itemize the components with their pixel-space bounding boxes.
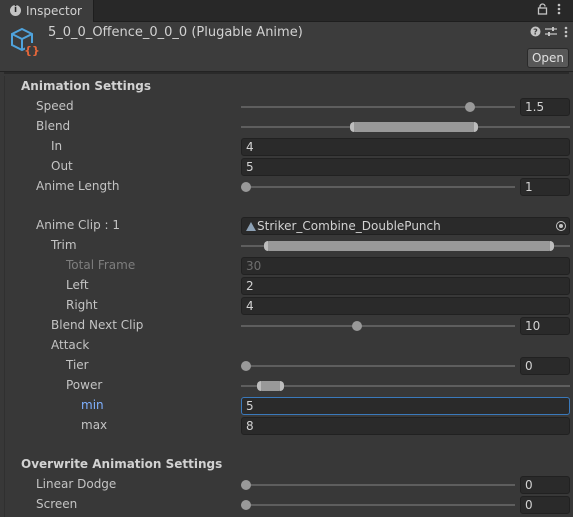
blend-label: Blend (36, 119, 71, 133)
anime-length-row: Anime Length 1 (0, 177, 573, 197)
screen-slider-handle[interactable] (241, 500, 251, 510)
screen-field[interactable]: 0 (520, 496, 570, 514)
in-field[interactable]: 4 (241, 138, 570, 156)
max-field[interactable]: 8 (241, 417, 570, 435)
anime-clip-value: Striker_Combine_DoublePunch (257, 219, 441, 233)
min-row: min 5 (0, 396, 573, 416)
out-row: Out 5 (0, 157, 573, 177)
screen-slider-track[interactable] (241, 504, 515, 506)
page-title: 5_0_0_Offence_0_0_0 (Plugable Anime) (48, 25, 303, 40)
kebab-menu-icon[interactable] (564, 26, 568, 41)
right-row: Right 4 (0, 296, 573, 316)
speed-row: Speed 1.5 (0, 97, 573, 117)
divider (4, 72, 569, 74)
tier-label: Tier (66, 358, 89, 372)
animation-clip-icon (246, 222, 256, 231)
speed-field[interactable]: 1.5 (520, 98, 570, 116)
blend-next-clip-row: Blend Next Clip 10 (0, 316, 573, 336)
power-minmax-track[interactable] (241, 385, 570, 387)
total-frame-label: Total Frame (66, 258, 136, 272)
min-label: min (81, 398, 104, 412)
info-icon: i (10, 5, 21, 16)
max-label: max (81, 418, 108, 432)
linear-dodge-row: Linear Dodge 0 (0, 475, 573, 495)
help-icon[interactable]: ? (530, 26, 541, 40)
right-label: Right (66, 298, 98, 312)
lock-icon[interactable] (537, 3, 548, 18)
total-frame-field: 30 (241, 257, 570, 275)
min-field[interactable]: 5 (241, 397, 570, 415)
linear-dodge-label: Linear Dodge (36, 477, 117, 491)
tab-bar: i Inspector (0, 0, 573, 23)
trim-minmax-handle[interactable] (264, 241, 554, 251)
out-label: Out (51, 159, 73, 173)
script-asset-icon: {} (10, 27, 42, 59)
open-button[interactable]: Open (527, 48, 569, 68)
blend-next-clip-slider-handle[interactable] (351, 321, 362, 331)
linear-dodge-field[interactable]: 0 (520, 476, 570, 494)
linear-dodge-slider-track[interactable] (241, 484, 515, 486)
linear-dodge-slider-handle[interactable] (241, 480, 251, 490)
anime-length-slider-handle[interactable] (241, 182, 251, 192)
power-row: Power (0, 376, 573, 396)
left-field[interactable]: 2 (241, 277, 570, 295)
trim-row: Trim (0, 236, 573, 256)
section-heading: Animation Settings (21, 79, 152, 93)
tier-row: Tier 0 (0, 356, 573, 376)
blend-minmax-handle[interactable] (349, 122, 479, 132)
tab-label: Inspector (26, 4, 82, 18)
anime-clip-label: Anime Clip : 1 (36, 218, 121, 232)
total-frame-row: Total Frame 30 (0, 256, 573, 276)
tier-slider-track[interactable] (241, 365, 515, 367)
anime-length-slider-track[interactable] (241, 186, 515, 188)
right-field[interactable]: 4 (241, 297, 570, 315)
preset-icon[interactable] (545, 26, 557, 40)
anime-clip-row: Anime Clip : 1 Striker_Combine_DoublePun… (0, 216, 573, 236)
screen-row: Screen 0 (0, 495, 573, 515)
in-label: In (51, 139, 63, 153)
blend-row: Blend (0, 117, 573, 137)
in-row: In 4 (0, 137, 573, 157)
tier-field[interactable]: 0 (520, 357, 570, 375)
left-row: Left 2 (0, 276, 573, 296)
section-overwrite-settings: Overwrite Animation Settings (0, 455, 573, 475)
power-label: Power (66, 378, 103, 392)
attack-row[interactable]: Attack (0, 336, 573, 356)
left-label: Left (66, 278, 89, 292)
svg-text:?: ? (533, 28, 538, 37)
attack-label: Attack (51, 338, 90, 352)
svg-text:{}: {} (24, 44, 40, 57)
max-row: max 8 (0, 416, 573, 436)
kebab-menu-icon[interactable] (557, 3, 561, 18)
inspector-header: {} 5_0_0_Offence_0_0_0 (Plugable Anime) … (0, 22, 573, 72)
anime-clip-object-field[interactable]: Striker_Combine_DoublePunch (241, 217, 570, 235)
section-heading: Overwrite Animation Settings (21, 457, 223, 471)
anime-length-field[interactable]: 1 (520, 178, 570, 196)
blend-next-clip-slider-track[interactable] (241, 325, 515, 327)
screen-label: Screen (36, 497, 78, 511)
blend-next-clip-field[interactable]: 10 (520, 317, 570, 335)
out-field[interactable]: 5 (241, 158, 570, 176)
anime-length-label: Anime Length (36, 179, 120, 193)
trim-label: Trim (51, 238, 77, 252)
blend-next-clip-label: Blend Next Clip (51, 318, 144, 332)
tier-slider-handle[interactable] (241, 361, 251, 371)
speed-slider-handle[interactable] (465, 102, 476, 112)
section-animation-settings: Animation Settings (0, 77, 573, 97)
speed-label: Speed (36, 99, 74, 113)
inspector-body: Animation Settings Speed 1.5 Blend In 4 … (0, 72, 573, 517)
tab-inspector[interactable]: i Inspector (0, 0, 94, 23)
power-minmax-handle[interactable] (257, 381, 285, 391)
object-picker-icon[interactable] (556, 221, 566, 231)
